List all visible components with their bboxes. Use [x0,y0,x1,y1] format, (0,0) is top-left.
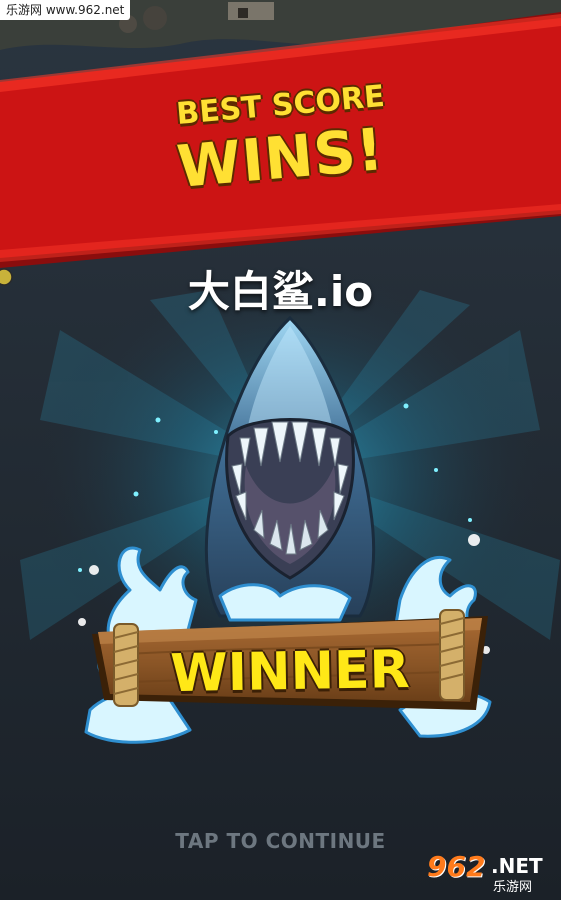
game-screen[interactable]: BEST SCORE WINS! 大白鲨.io WINNER TAP TO CO… [0,0,561,900]
watermark-logo-cn: 乐游网 [493,880,533,895]
watermark-top: 乐游网 www.962.net [0,0,131,20]
game-title: 大白鲨.io [187,267,374,316]
watermark-logo-net: .NET [491,854,543,878]
watermark-logo-number: 962 [427,850,486,883]
watermark-logo: 962 .NET 乐游网 [421,848,556,896]
winner-label: WINNER [169,639,411,705]
